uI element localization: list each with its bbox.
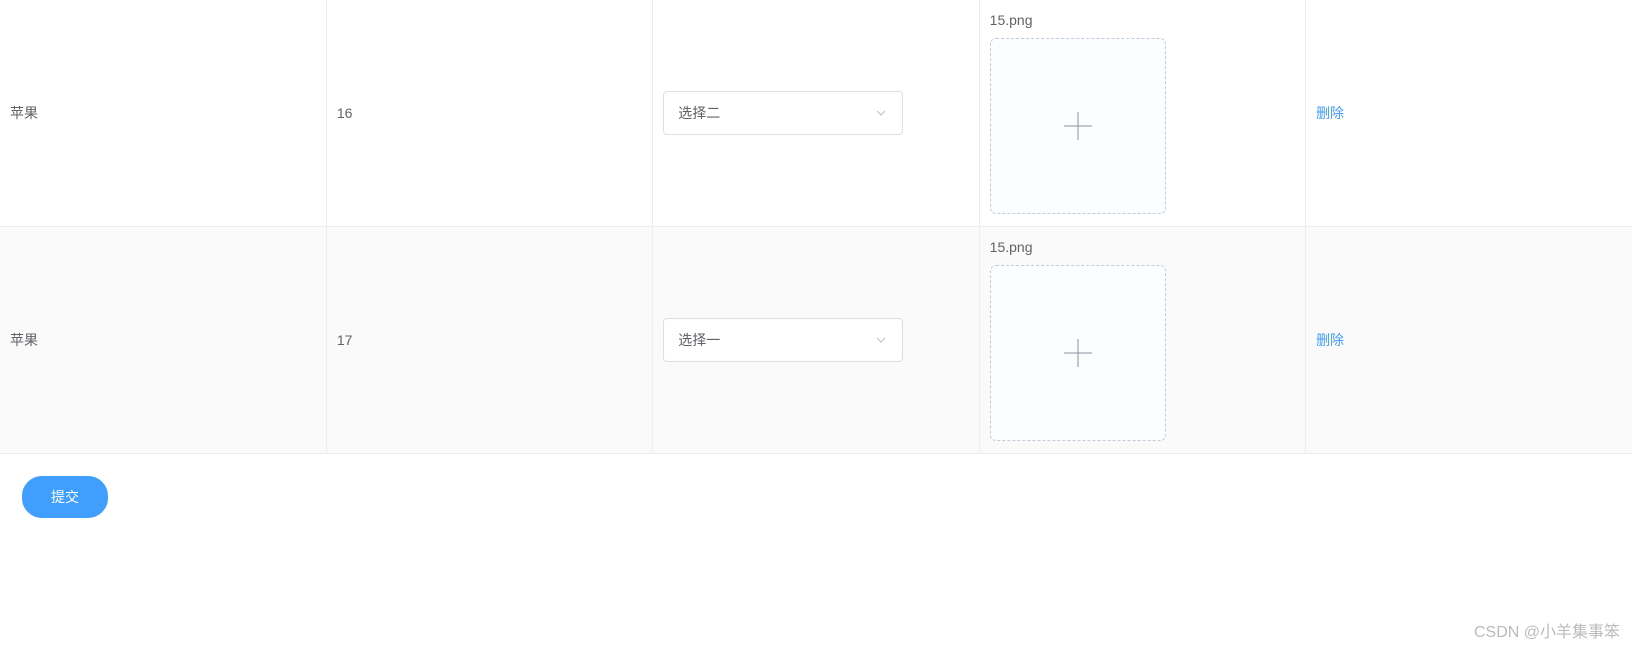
name-cell: 苹果 xyxy=(10,332,38,348)
chevron-down-icon xyxy=(874,333,888,347)
select-value: 选择二 xyxy=(678,103,720,123)
upload-group: 15.png xyxy=(990,12,1295,214)
plus-icon xyxy=(1064,112,1092,140)
submit-button[interactable]: 提交 xyxy=(22,476,108,518)
table-row: 苹果 17 选择一 15.png xyxy=(0,227,1632,454)
qty-cell: 17 xyxy=(337,332,353,348)
table-row: 苹果 16 选择二 15.png xyxy=(0,0,1632,227)
data-table: 苹果 16 选择二 15.png xyxy=(0,0,1632,454)
select-dropdown[interactable]: 选择一 xyxy=(663,318,903,362)
name-cell: 苹果 xyxy=(10,105,38,121)
chevron-down-icon xyxy=(874,106,888,120)
delete-button[interactable]: 删除 xyxy=(1316,330,1344,350)
file-name: 15.png xyxy=(990,239,1295,255)
file-name: 15.png xyxy=(990,12,1295,28)
qty-cell: 16 xyxy=(337,105,353,121)
delete-button[interactable]: 删除 xyxy=(1316,103,1344,123)
upload-button[interactable] xyxy=(990,265,1166,441)
select-value: 选择一 xyxy=(678,330,720,350)
plus-icon xyxy=(1064,339,1092,367)
upload-group: 15.png xyxy=(990,239,1295,441)
upload-button[interactable] xyxy=(990,38,1166,214)
select-dropdown[interactable]: 选择二 xyxy=(663,91,903,135)
watermark: CSDN @小羊集事笨 xyxy=(1474,618,1620,642)
footer: 提交 xyxy=(0,454,1632,540)
